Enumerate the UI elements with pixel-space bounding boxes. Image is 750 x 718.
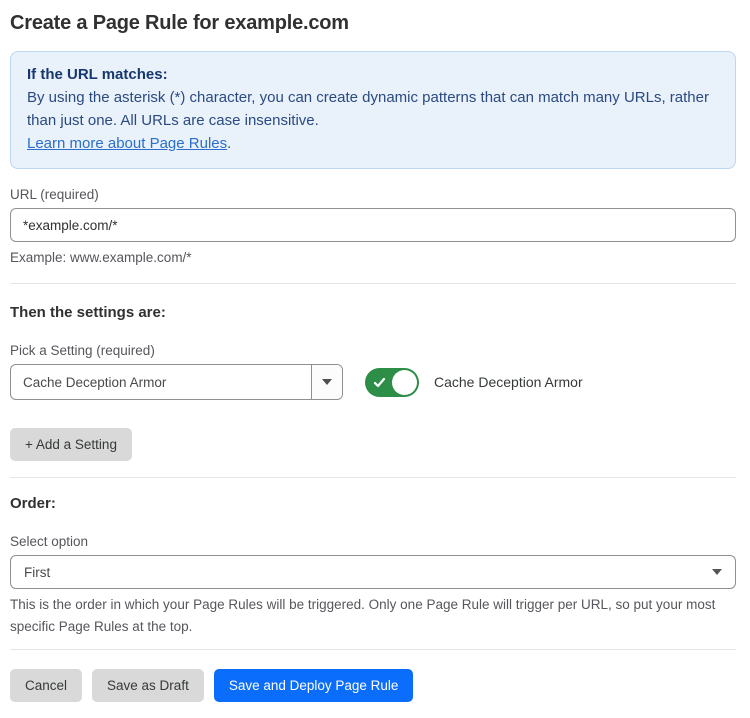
url-field-helper: Example: www.example.com/* <box>10 247 736 269</box>
learn-more-link[interactable]: Learn more about Page Rules <box>27 135 227 152</box>
chevron-down-icon <box>712 569 722 575</box>
info-box-body: By using the asterisk (*) character, you… <box>27 86 719 132</box>
add-setting-button[interactable]: + Add a Setting <box>10 428 132 461</box>
info-box-link-line: Learn more about Page Rules. <box>27 132 719 155</box>
order-section-heading: Order: <box>10 495 736 512</box>
setting-row: Cache Deception Armor Cache Deception Ar… <box>10 364 736 400</box>
settings-section-heading: Then the settings are: <box>10 304 736 321</box>
chevron-down-icon <box>322 379 332 385</box>
order-select-label: Select option <box>10 534 736 549</box>
setting-picker-label: Pick a Setting (required) <box>10 343 736 358</box>
setting-select-value: Cache Deception Armor <box>11 365 311 399</box>
url-match-info-box: If the URL matches: By using the asteris… <box>10 51 736 169</box>
divider <box>10 283 736 284</box>
save-as-draft-button[interactable]: Save as Draft <box>92 669 204 702</box>
divider <box>10 477 736 478</box>
url-field-label: URL (required) <box>10 187 736 202</box>
setting-select-arrow-button[interactable] <box>311 365 342 399</box>
divider <box>10 649 736 650</box>
order-select-value: First <box>24 565 50 580</box>
link-suffix: . <box>227 135 231 152</box>
setting-toggle[interactable] <box>365 368 419 397</box>
setting-toggle-label: Cache Deception Armor <box>434 374 583 390</box>
save-and-deploy-button[interactable]: Save and Deploy Page Rule <box>214 669 414 702</box>
page-rule-form: Create a Page Rule for example.com If th… <box>0 0 750 718</box>
toggle-knob <box>392 370 417 395</box>
url-input[interactable] <box>10 208 736 242</box>
check-icon <box>373 376 386 389</box>
cancel-button[interactable]: Cancel <box>10 669 82 702</box>
order-select[interactable]: First <box>10 555 736 589</box>
footer-actions: Cancel Save as Draft Save and Deploy Pag… <box>10 669 736 702</box>
setting-select[interactable]: Cache Deception Armor <box>10 364 343 400</box>
order-helper: This is the order in which your Page Rul… <box>10 594 736 638</box>
info-box-heading: If the URL matches: <box>27 63 719 86</box>
page-title: Create a Page Rule for example.com <box>10 12 736 35</box>
